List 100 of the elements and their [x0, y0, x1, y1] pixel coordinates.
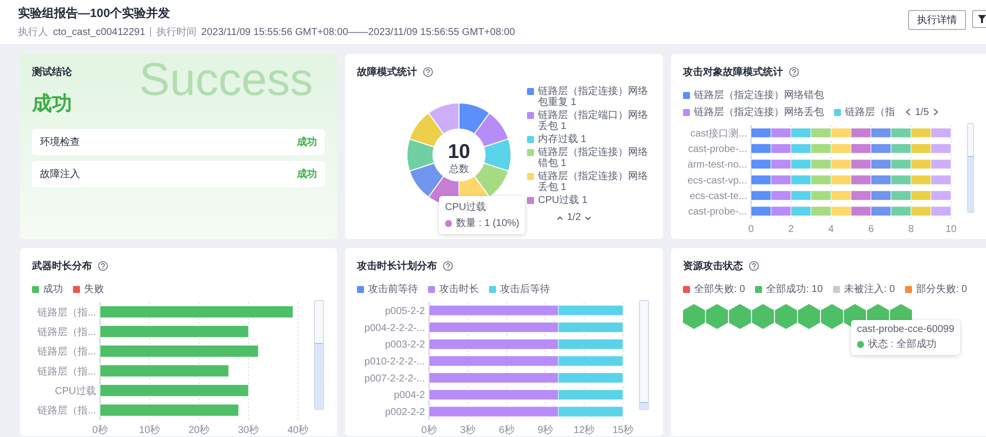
- card-title: 武器时长分布: [32, 260, 92, 273]
- legend-item[interactable]: 链路层（指定连接）网络包重复 1: [527, 86, 651, 108]
- tick-label: 0秒: [421, 425, 437, 436]
- help-icon[interactable]: [749, 261, 759, 271]
- legend-item[interactable]: 未被注入: 0: [832, 282, 895, 296]
- card-title: 故障模式统计: [357, 65, 417, 79]
- zoom-slider[interactable]: [967, 123, 974, 213]
- tick-label: 0秒: [92, 425, 108, 436]
- axis-label: 链路层（指...: [38, 307, 96, 318]
- bar: [930, 159, 952, 170]
- legend-item[interactable]: 攻击前等待: [357, 282, 418, 296]
- chevron-right-icon[interactable]: [932, 108, 939, 116]
- bar: [810, 206, 832, 216]
- bar: [830, 144, 852, 154]
- bar: [830, 128, 852, 138]
- bar: [890, 206, 912, 216]
- legend-item[interactable]: 链路层（指定连接）网络丢包: [683, 105, 824, 119]
- bar: [890, 128, 912, 138]
- legend-item[interactable]: 全部失败: 0: [683, 282, 746, 296]
- hexagon-cell[interactable]: [683, 304, 705, 329]
- help-icon[interactable]: [423, 67, 433, 77]
- bar: [850, 190, 872, 200]
- check-result: 成功: [297, 136, 317, 149]
- tooltip-title: CPU过载: [445, 200, 488, 214]
- legend-item[interactable]: 部分失败: 0: [904, 282, 968, 296]
- axis-label: 链路层（指...: [38, 327, 96, 338]
- bar: [930, 190, 952, 200]
- legend-item[interactable]: 失败: [73, 282, 104, 296]
- axis-label: p002-2-2: [384, 407, 425, 418]
- bar: [810, 128, 832, 138]
- bar: [810, 144, 832, 154]
- bar: [790, 174, 812, 185]
- bar: [810, 174, 832, 185]
- tick-label: 6秒: [498, 425, 514, 436]
- chevron-left-icon[interactable]: [905, 108, 911, 116]
- legend-item[interactable]: CPU过载 1: [527, 195, 651, 206]
- bar: [870, 190, 892, 200]
- bar: [930, 174, 952, 185]
- bar: [870, 144, 892, 154]
- bar: [750, 128, 772, 138]
- bar: [930, 206, 952, 216]
- bar: [910, 190, 932, 200]
- legend-item[interactable]: 全部成功: 10: [755, 282, 823, 296]
- help-icon[interactable]: [789, 67, 799, 77]
- bar: [790, 190, 812, 200]
- filter-icon[interactable]: [978, 14, 986, 24]
- bar: [790, 159, 812, 170]
- bar: [790, 144, 812, 154]
- bar: [770, 206, 792, 216]
- hexagon-cell[interactable]: [798, 304, 820, 329]
- legend-item[interactable]: 链路层（指定连接）网络丢包 1: [527, 171, 651, 193]
- tick-label: 6: [868, 224, 874, 235]
- help-icon[interactable]: [443, 261, 453, 271]
- tick-label: 10: [945, 224, 957, 235]
- hexagon-cell[interactable]: [706, 304, 728, 329]
- legend-item[interactable]: 链路层（指: [834, 105, 895, 119]
- hexagon-cell[interactable]: [752, 304, 774, 329]
- executor-label: 执行人: [18, 26, 48, 39]
- tooltip-text: 数量 : 1 (10%): [456, 217, 520, 230]
- chevron-up-icon[interactable]: [557, 214, 563, 222]
- time-label: 执行时间: [156, 26, 196, 39]
- legend-item[interactable]: 链路层（指定端口）网络丢包 1: [527, 110, 651, 132]
- axis-label: 链路层（指...: [38, 366, 96, 378]
- bar: [830, 190, 852, 200]
- zoom-slider[interactable]: [639, 300, 649, 410]
- bar: [750, 190, 772, 200]
- bar: [830, 206, 852, 216]
- tick-label: 2: [788, 224, 794, 235]
- bar: [850, 174, 872, 185]
- legend-item[interactable]: 成功: [32, 282, 63, 296]
- page-indicator: 1/2: [567, 212, 581, 223]
- axis-label: ecs-cast-vp...: [688, 175, 747, 186]
- hexagon-cell[interactable]: [775, 304, 797, 329]
- legend-item[interactable]: 内存过载 1: [527, 134, 651, 145]
- legend-item[interactable]: 链路层（指定连接）网络错包: [683, 88, 824, 102]
- bar: [830, 159, 852, 170]
- total-label: 总数: [449, 164, 469, 174]
- bar: [850, 144, 872, 154]
- filter-button[interactable]: [972, 10, 986, 28]
- bar: [930, 128, 952, 138]
- details-button[interactable]: 执行详情: [908, 10, 966, 30]
- tick-label: 0: [748, 224, 754, 235]
- bar: [750, 206, 772, 216]
- legend-item[interactable]: 攻击后等待: [489, 282, 550, 296]
- chevron-down-icon[interactable]: [584, 214, 591, 222]
- legend-item[interactable]: 链路层（指定连接）网络错包 1: [527, 147, 651, 169]
- card-title: 攻击时长计划分布: [357, 260, 437, 273]
- legend-item[interactable]: 攻击时长: [428, 282, 479, 296]
- axis-label: p010-2-2-2-...: [364, 356, 425, 368]
- hexagon-cell[interactable]: [729, 304, 751, 329]
- hexagon-cell[interactable]: [821, 304, 843, 329]
- bar: [850, 206, 872, 216]
- axis-label: 链路层（指...: [38, 406, 96, 417]
- bar: [850, 128, 872, 138]
- zoom-slider[interactable]: [314, 300, 324, 410]
- help-icon[interactable]: [98, 261, 108, 271]
- bar: [830, 174, 852, 185]
- bar: [910, 144, 932, 154]
- axis-label: p003-2-2: [384, 340, 425, 351]
- tooltip-title: cast-probe-cce-60099: [857, 324, 954, 335]
